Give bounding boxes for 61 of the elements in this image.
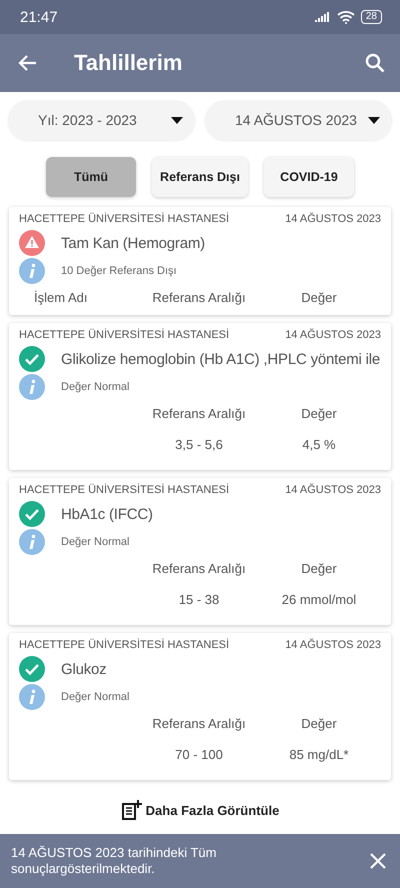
search-button[interactable] (364, 52, 386, 74)
column-header: Değer (300, 290, 338, 305)
hospital-name: HACETTEPE ÜNİVERSİTESİ HASTANESİ (19, 484, 230, 496)
check-icon (19, 656, 45, 682)
result-card[interactable]: HACETTEPE ÜNİVERSİTESİ HASTANESİ 14 AĞUSTOS 2023 HbA1c (IFCC) Değer Normal Referans Aralığı Değer 15 - 38 26 mmol/mol (9, 478, 391, 625)
reference-range: 70 - 100 (174, 747, 224, 762)
info-icon[interactable] (19, 258, 45, 284)
result-value: 4,5 % (301, 437, 337, 452)
date-dropdown[interactable]: 14 AĞUSTOS 2023 (205, 100, 392, 140)
reference-range: 3,5 - 5,6 (174, 437, 224, 452)
result-card[interactable]: HACETTEPE ÜNİVERSİTESİ HASTANESİ 14 AĞUSTOS 2023 Glukoz Değer Normal Referans Aralığı Değer 70 - 100 85 mg/dL* (9, 633, 391, 780)
dropdown-caret-icon (171, 116, 183, 124)
test-name: Glikolize hemoglobin (Hb A1C) ,HPLC yöntemi ile (61, 350, 380, 368)
check-icon (19, 346, 45, 372)
signal-icon (314, 12, 331, 22)
result-date: 14 AĞUSTOS 2023 (285, 484, 381, 496)
info-icon[interactable] (19, 529, 45, 555)
column-header: Referans Aralığı (151, 716, 247, 731)
column-header: Değer (300, 716, 338, 731)
status-time: 21:47 (20, 8, 58, 26)
add-note-icon (120, 799, 143, 821)
dropdown-caret-icon (368, 116, 380, 124)
check-icon (19, 501, 45, 527)
result-note: Değer Normal (61, 536, 130, 548)
result-note: Değer Normal (61, 691, 130, 703)
page-title: Tahlillerim (74, 50, 184, 76)
hospital-name: HACETTEPE ÜNİVERSİTESİ HASTANESİ (19, 213, 230, 225)
hospital-name: HACETTEPE ÜNİVERSİTESİ HASTANESİ (19, 639, 230, 651)
column-header: Değer (300, 406, 338, 421)
filter-tab[interactable]: Tümü (46, 157, 136, 197)
warning-icon (19, 230, 45, 256)
column-header: Referans Aralığı (151, 406, 247, 421)
info-icon[interactable] (19, 684, 45, 710)
result-note: 10 Değer Referans Dışı (61, 265, 177, 277)
filter-tab[interactable]: Referans Dışı (152, 157, 248, 197)
hospital-name: HACETTEPE ÜNİVERSİTESİ HASTANESİ (19, 329, 230, 341)
filter-tab[interactable]: COVID-19 (264, 157, 354, 197)
info-icon[interactable] (19, 374, 45, 400)
result-date: 14 AĞUSTOS 2023 (285, 329, 381, 341)
show-more-button[interactable]: Daha Fazla Görüntüle (114, 798, 286, 822)
back-button[interactable] (18, 53, 38, 73)
result-date: 14 AĞUSTOS 2023 (285, 639, 381, 651)
date-dropdown[interactable]: Yıl: 2023 - 2023 (8, 100, 195, 140)
result-card[interactable]: HACETTEPE ÜNİVERSİTESİ HASTANESİ 14 AĞUSTOS 2023 Glikolize hemoglobin (Hb A1C) ,HPLC yöntemi ile Değer Normal Referans Aralığı Değer 3,5 - 5,6 4,5 % (9, 323, 391, 470)
result-card[interactable]: HACETTEPE ÜNİVERSİTESİ HASTANESİ 14 AĞUSTOS 2023 Tam Kan (Hemogram) 10 Değer Referans Dışı İşlem Adı Referans Aralığı Değer (9, 207, 391, 315)
reference-range: 15 - 38 (178, 592, 220, 607)
result-value: 85 mg/dL* (288, 747, 350, 762)
test-name: Glukoz (61, 660, 106, 678)
column-header: İşlem Adı (33, 290, 88, 305)
battery-indicator: 28 (360, 10, 382, 24)
close-button[interactable] (370, 853, 386, 869)
column-header: Değer (300, 561, 338, 576)
test-name: HbA1c (IFCC) (61, 506, 153, 522)
column-header: Referans Aralığı (151, 290, 247, 305)
snackbar-message: 14 AĞUSTOS 2023 tarihindeki Tüm sonuçlargösterilmektedir. (11, 845, 218, 877)
result-note: Değer Normal (61, 381, 130, 393)
column-header: Referans Aralığı (151, 561, 247, 576)
result-value: 26 mmol/mol (280, 592, 358, 607)
result-date: 14 AĞUSTOS 2023 (285, 213, 381, 225)
wifi-icon (336, 10, 355, 24)
test-name: Tam Kan (Hemogram) (61, 234, 205, 252)
